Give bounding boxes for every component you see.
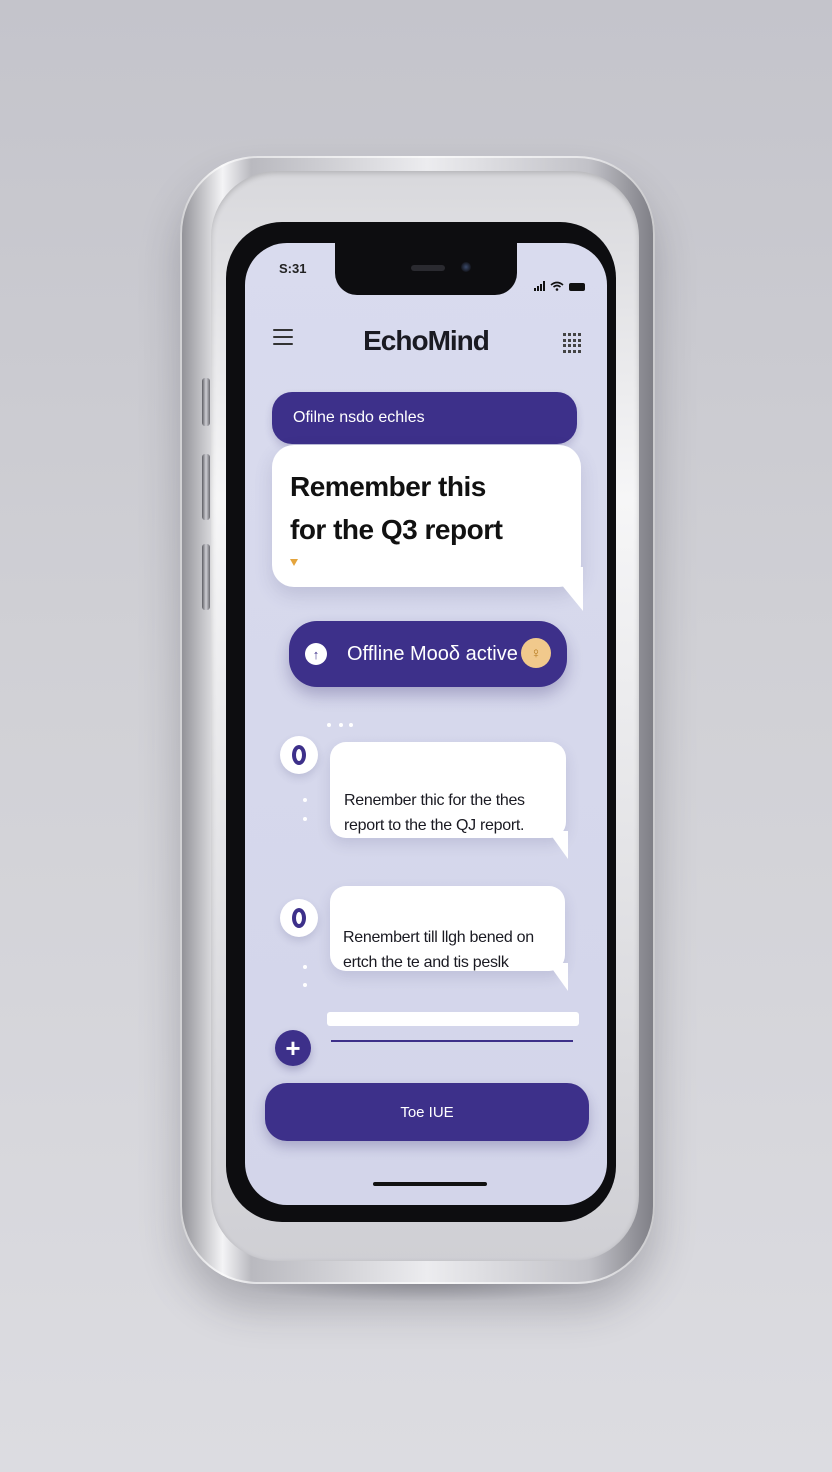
message-bubble-tail [548, 831, 568, 859]
offline-banner: Ofilne nsdo echles [272, 392, 577, 444]
message-text: Renember thic for the thes report to the… [344, 792, 525, 834]
message-bubble: Renembert till llgh bened on ertch the t… [330, 886, 565, 971]
avatar [280, 736, 318, 774]
decorative-dot [303, 983, 307, 987]
decorative-dot [303, 798, 307, 802]
battery-icon [569, 283, 585, 291]
decorative-dot [339, 723, 343, 727]
input-underline [331, 1040, 573, 1042]
message-bubble: Renember thic for the thes report to the… [330, 742, 566, 838]
hero-bubble-tail [547, 567, 583, 611]
app-header: EchoMind [245, 321, 607, 371]
decorative-dot [349, 723, 353, 727]
home-indicator[interactable] [373, 1182, 487, 1186]
grid-icon[interactable] [563, 333, 581, 353]
offline-banner-text: Ofilne nsdo echles [293, 409, 425, 426]
offline-mode-label: Offline Mooδ active [347, 643, 518, 665]
app-title: EchoMind [363, 325, 490, 356]
decorative-dot [303, 817, 307, 821]
primary-action-button[interactable]: Toe IUE [265, 1083, 589, 1141]
phone-screen: S:31 EchoMind Ofilne nsdo echles Remembe… [245, 243, 607, 1205]
wifi-icon [550, 281, 564, 291]
side-button-silent [202, 378, 210, 426]
notch [335, 243, 517, 295]
status-icons [534, 281, 585, 291]
message-input[interactable] [327, 1012, 579, 1026]
add-button[interactable]: + [275, 1030, 311, 1066]
caret-down-icon [290, 559, 298, 566]
front-camera [461, 262, 471, 272]
bulb-icon: ♀ [521, 638, 551, 668]
avatar [280, 899, 318, 937]
message-bubble-tail [548, 963, 568, 991]
hero-message-text: Remember this for the Q3 report [290, 471, 503, 545]
speaker-grille [411, 265, 445, 271]
side-button-volume-up [202, 454, 210, 520]
decorative-dot [303, 965, 307, 969]
primary-action-label: Toe IUE [400, 1103, 454, 1121]
decorative-dot [327, 723, 331, 727]
hero-message-bubble: Remember this for the Q3 report [272, 445, 581, 587]
offline-mode-button[interactable]: ↑ Offline Mooδ active ♀ [289, 621, 567, 687]
plus-icon: + [285, 1032, 301, 1063]
info-icon: ↑ [305, 643, 327, 665]
status-time: S:31 [279, 261, 307, 276]
message-text: Renembert till llgh bened on ertch the t… [343, 929, 534, 971]
side-button-volume-down [202, 544, 210, 610]
signal-icon [534, 281, 545, 291]
